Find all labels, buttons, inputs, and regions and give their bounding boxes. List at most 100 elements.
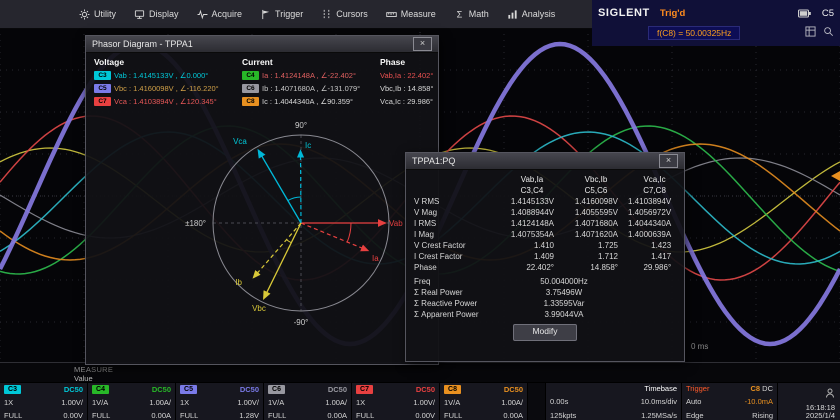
current-row: C8Ic : 1.4044340A , ∠90.359° [242,96,380,107]
pq-row-label: V Mag [414,207,500,218]
scale-label: 1.00V/ [413,399,435,407]
svg-text:Σ: Σ [456,9,462,19]
voltage-reading: Vbc : 1.4160098V , ∠-116.220° [114,84,219,93]
channel-badge: C4 [242,71,259,80]
bandwidth-label: FULL [356,412,374,420]
channel-descriptor-c3[interactable]: C3DC50 1X1.00V/ FULL0.00V [0,383,88,420]
phasor-window-title: Phasor Diagram - TPPA1 [92,39,193,49]
close-icon[interactable]: × [413,37,432,51]
channel-descriptor-c8[interactable]: C8DC50 1V/A1.00A/ FULL0.00A [440,383,528,420]
pq-col-header: Vbc,Ib [564,174,628,184]
active-channel-indicator: C5 [822,8,834,19]
voltage-row: C7Vca : 1.4103894V , ∠120.345° [94,96,242,107]
pq-row-label: V Crest Factor [414,240,500,251]
channel-badge: C3 [94,71,111,80]
frequency-counter: f(C8) = 50.00325Hz [648,26,740,40]
oscilloscope-screen: 0 ms Utility Display Acquire Trigger [0,0,840,420]
menu-item-math[interactable]: Σ Math [445,0,498,28]
pq-row-label: I RMS [414,218,500,229]
pq-value: 1.4160098V [564,196,628,207]
menu-item-cursors[interactable]: Cursors [312,0,377,28]
probe-label: 1X [4,399,13,407]
channel-descriptor-c7[interactable]: C7DC50 1X1.00V/ FULL0.00V [352,383,440,420]
pq-value: 1.423 [628,240,681,251]
bandwidth-label: FULL [180,412,198,420]
menu-item-trigger[interactable]: Trigger [251,0,312,28]
display-icon [134,9,145,20]
axis-label-90: 90° [295,121,307,130]
pq-value: 22.402° [500,262,564,273]
channel-descriptor-c4[interactable]: C4DC50 1V/A1.00A/ FULL0.00A [88,383,176,420]
pq-window: TPPA1:PQ × Vab,Ia Vbc,Ib Vca,Ic C3,C4 C5… [405,152,685,362]
channel-badge: C7 [94,97,111,106]
trigger-panel[interactable]: TriggerC8 DC Auto-10.0mA EdgeRising [682,383,778,420]
offset-label: 0.00A [503,412,523,420]
pq-summary-label: Freq [414,276,500,287]
trigger-slope: Rising [752,412,773,420]
phase-row: Vbc,Ib : 14.858° [380,83,433,94]
flag-icon [260,9,271,20]
cursors-icon [321,9,332,20]
menu-item-measure[interactable]: Measure [377,0,445,28]
probe-label: 1X [180,399,189,407]
vector-label-ic: Ic [305,141,311,150]
channel-badge: C8 [444,385,461,394]
pq-row-label: Phase [414,262,500,273]
clock-panel: 16:18:18 2025/1/4 [778,383,840,420]
current-reading: Ib : 1.4071680A , ∠-131.079° [262,84,360,93]
current-reading: Ia : 1.4124148A , ∠-22.402° [262,71,356,80]
pq-value: 1.4000639A [628,229,681,240]
scale-label: 1.00A/ [325,399,347,407]
probe-label: 1V/A [92,399,108,407]
modify-button[interactable]: Modify [513,324,577,341]
menu-item-display[interactable]: Display [125,0,188,28]
close-icon[interactable]: × [659,154,678,168]
channel-descriptor-c5[interactable]: C5DC50 1X1.00V/ FULL1.28V [176,383,264,420]
clock-date: 2025/1/4 [806,412,835,420]
phase-reading: Vab,Ia : 22.402° [380,71,433,80]
channel-badge: C6 [242,84,259,93]
pq-col-subheader: C5,C6 [564,185,628,195]
pq-summary-label: Σ Apparent Power [414,309,500,320]
current-column-header: Current [242,57,380,68]
offset-label: 1.28V [239,412,259,420]
menu-item-utility[interactable]: Utility [70,0,125,28]
pq-value: 1.4055595V [564,207,628,218]
phasor-legend: Voltage Current Phase C3Vab : 1.4145133V… [86,53,438,107]
pq-summary-value: 50.004000Hz [500,276,628,287]
zoom-icon[interactable] [823,24,834,42]
clock-time: 16:18:18 [806,404,835,412]
channel-badge: C5 [180,385,197,394]
pq-row-label: I Mag [414,229,500,240]
memory-depth: 125kpts [550,412,576,420]
scale-label: 1.00V/ [237,399,259,407]
phase-row: Vab,Ia : 22.402° [380,70,433,81]
menu-item-analysis[interactable]: Analysis [498,0,565,28]
user-icon[interactable] [825,385,835,403]
gear-icon [79,9,90,20]
phasor-plot: 90° -90° ±180° Vab Ia Ic Vca Vbc Ib [98,110,426,360]
menu-item-acquire[interactable]: Acquire [188,0,252,28]
pq-window-titlebar[interactable]: TPPA1:PQ × [406,153,684,170]
channel-badge: C7 [356,385,373,394]
pq-value: 1.4103894V [628,196,681,207]
voltage-column-header: Voltage [94,57,242,68]
channel-descriptor-c6[interactable]: C6DC50 1V/A1.00A/ FULL0.00A [264,383,352,420]
pq-value: 1.712 [564,251,628,262]
measure-title: MEASURE [74,365,113,374]
axis-label-180: ±180° [185,219,206,228]
trigger-mode: Auto [686,398,701,406]
axis-label-neg90: -90° [294,318,309,327]
layout-icon[interactable] [805,24,816,42]
pq-summary-value: 3.75496W [500,287,628,298]
bandwidth-label: FULL [4,412,22,420]
pq-summary-value: 3.99044VA [500,309,628,320]
coupling-label: DC50 [64,386,83,394]
scale-label: 1.00V/ [61,399,83,407]
channel-badge: C8 [242,97,259,106]
scale-label: 1.00A/ [501,399,523,407]
phasor-window-titlebar[interactable]: Phasor Diagram - TPPA1 × [86,36,438,53]
offset-label: 0.00V [63,412,83,420]
timebase-panel[interactable]: Timebase 0.00s10.0ms/div 125kpts1.25MSa/… [546,383,682,420]
vector-label-vca: Vca [233,137,247,146]
